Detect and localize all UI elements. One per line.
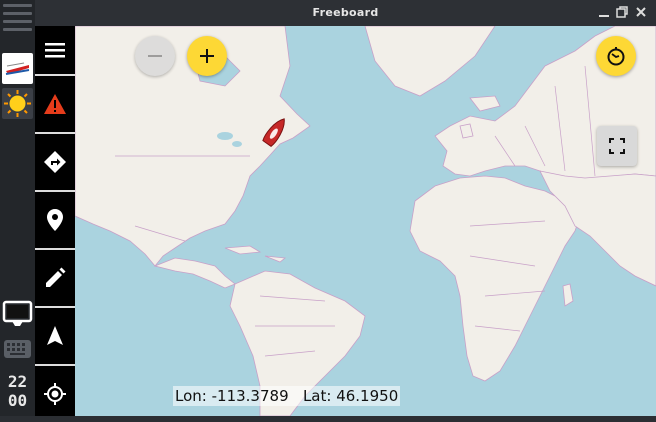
maximize-icon[interactable] <box>615 5 629 19</box>
edit-button[interactable] <box>35 250 75 308</box>
locate-button[interactable] <box>35 366 75 422</box>
locate-icon <box>44 383 66 405</box>
title-bar: Freeboard <box>35 0 656 26</box>
edit-icon <box>46 267 66 287</box>
clock-minute: 00 <box>7 391 28 410</box>
waypoint-icon <box>47 209 63 231</box>
lon-label: Lon: <box>175 387 207 405</box>
clock-hour: 22 <box>7 372 28 391</box>
fullscreen-icon <box>609 138 625 154</box>
timer-button[interactable] <box>596 36 636 76</box>
keyboard-icon[interactable] <box>2 334 33 365</box>
route-icon <box>44 151 66 173</box>
world-map <box>75 26 656 416</box>
zoom-in-button[interactable] <box>187 36 227 76</box>
menu-icon <box>45 43 65 58</box>
menu-button[interactable] <box>35 26 75 76</box>
terminal-icon[interactable] <box>2 298 33 329</box>
alert-icon <box>44 94 66 114</box>
zoom-out-button[interactable] <box>135 36 175 76</box>
waypoints-button[interactable] <box>35 192 75 250</box>
fullscreen-button[interactable] <box>597 126 637 166</box>
clock: 22 00 <box>0 372 35 410</box>
boat-app-icon[interactable] <box>2 53 33 84</box>
close-icon[interactable] <box>634 5 648 19</box>
navigation-icon <box>47 326 63 345</box>
lat-value: 46.1950 <box>336 387 399 405</box>
routes-button[interactable] <box>35 134 75 192</box>
lat-label: Lat: <box>302 387 332 405</box>
map-view[interactable]: Lon: -113.3789 Lat: 46.1950 <box>75 26 656 416</box>
alerts-button[interactable] <box>35 76 75 134</box>
plus-icon <box>200 49 214 63</box>
dock-menu-icon[interactable] <box>3 4 32 36</box>
minus-icon <box>148 55 162 57</box>
weather-app-icon[interactable] <box>2 88 33 119</box>
timer-icon <box>607 47 625 66</box>
coordinates-readout: Lon: -113.3789 Lat: 46.1950 <box>173 386 401 406</box>
navigation-button[interactable] <box>35 308 75 366</box>
app-dock: 22 00 <box>0 0 35 416</box>
lon-value: -113.3789 <box>211 387 289 405</box>
minimize-icon[interactable] <box>597 5 611 19</box>
window-title: Freeboard <box>312 6 379 19</box>
map-toolbar <box>35 26 75 416</box>
